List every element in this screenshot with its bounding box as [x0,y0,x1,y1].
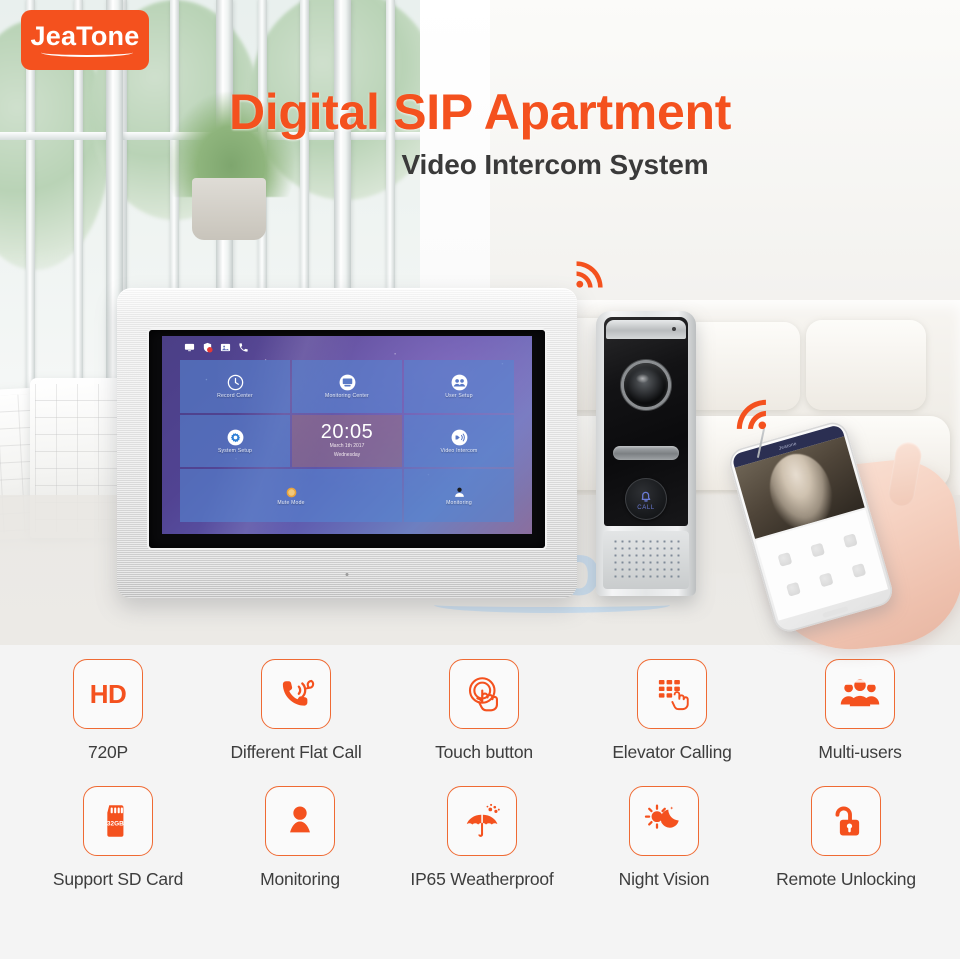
umbrella-rain-icon [447,786,517,857]
tile-label: Mute Mode [277,499,305,506]
tile-label: System Setup [217,447,253,454]
ir-sensor-strip [613,446,679,460]
tile-mute-mode[interactable]: Mute Mode [180,469,402,522]
app-control-icon[interactable] [842,533,858,548]
tile-label: Monitoring [446,499,472,506]
tile-user-setup[interactable]: User Setup [404,360,514,413]
feature-ip65-weatherproof: IP65 Weatherproof [407,786,557,889]
sd-card-capacity: 32GB [107,821,124,828]
feature-row-2: 32GB Support SD Card Monitoring IP65 Wea… [0,786,960,889]
monitor-screen-icon [338,373,357,392]
feature-monitoring: Monitoring [225,786,375,889]
sun-moon-icon [629,786,699,857]
hd-icon: HD [73,659,143,729]
monitor-indicator-dot [345,573,349,576]
app-control-icon[interactable] [786,582,801,597]
indoor-monitor: Record Center Monitoring Center User Set… [117,288,577,598]
tile-monitoring[interactable]: Monitoring [404,469,514,522]
smartphone-in-hand: Jeatone [726,418,960,658]
monitor-icon [184,340,195,351]
users-icon [450,373,469,392]
smartphone[interactable]: Jeatone [726,418,896,636]
sd-card-icon: 32GB [83,786,153,857]
wifi-signal-icon-left [572,258,606,292]
unlock-icon [811,786,881,857]
gear-icon [226,428,245,447]
feature-label: Remote Unlocking [776,869,916,890]
tile-label: Monitoring Center [325,393,369,400]
multi-users-icon [825,659,895,729]
intercom-icon [450,428,469,447]
feature-label: Elevator Calling [612,742,732,762]
camera-person-icon [453,486,466,499]
tile-clock: 20:05 March 1th 2017 Wednesday [292,414,402,468]
feature-remote-unlocking: Remote Unlocking [771,786,921,889]
feature-row-1: HD 720P Different Flat Call Touch button… [0,659,960,762]
tile-system-setup[interactable]: System Setup [180,414,290,468]
monitor-ui: Record Center Monitoring Center User Set… [162,336,532,534]
tile-label: Record Center [217,393,253,400]
app-title: Jeatone [778,440,798,451]
phone-icon [238,340,249,352]
headline-subtitle: Video Intercom System [401,148,709,180]
shield-icon [202,340,213,353]
feature-multi-users: Multi-users [785,659,935,762]
feature-label: Monitoring [260,869,340,890]
call-button[interactable]: CALL [625,478,667,520]
product-banner: JeaTone Digital SIP Apartment Video Inte… [0,0,960,959]
speaker-holes [612,538,680,582]
elevator-keypad-icon [637,659,707,729]
feature-label: Night Vision [618,869,710,890]
clock-time: 20:05 [320,421,374,444]
tile-record-center[interactable]: Record Center [180,360,290,413]
touch-button-icon [449,659,519,729]
feature-different-flat-call: Different Flat Call [221,659,371,762]
headline-title: Digital SIP Apartment [228,84,732,140]
feature-elevator-calling: Elevator Calling [597,659,747,762]
app-control-icon[interactable] [777,551,793,567]
feature-night-vision: Night Vision [589,786,739,889]
app-control-icon[interactable] [810,542,825,558]
brand-logo-badge: JeaTone [21,10,149,70]
monitor-tile-grid: Record Center Monitoring Center User Set… [180,360,514,522]
feature-label: Different Flat Call [230,742,362,762]
logo-swoosh [41,48,133,57]
wifi-signal-icon-right [733,396,771,434]
tile-label: User Setup [445,393,473,400]
clock-date: March 1th 2017 [329,443,365,450]
clock-weekday: Wednesday [333,451,361,458]
door-station: CALL [596,311,696,596]
headline-block: Digital SIP Apartment Video Intercom Sys… [0,86,960,181]
feature-label: Touch button [435,742,533,762]
mute-icon [285,486,298,499]
sofa-cushion [806,320,926,410]
clock-icon [226,373,245,392]
person-monitor-icon [265,786,335,857]
feature-support-sd-card: 32GB Support SD Card [43,786,193,889]
app-control-icon[interactable] [851,563,867,579]
tile-monitoring-center[interactable]: Monitoring Center [292,360,402,413]
monitor-screen: Record Center Monitoring Center User Set… [149,330,545,548]
monitor-status-bar [162,336,532,354]
call-button-label: CALL [637,504,655,511]
feature-list: HD 720P Different Flat Call Touch button… [0,645,960,959]
bell-icon [638,488,654,504]
camera-lens-icon [624,363,668,407]
potted-plant-pot [192,178,266,240]
feature-touch-button: Touch button [409,659,559,762]
hd-icon-text: HD [89,678,127,709]
sd-card-icon [220,340,231,351]
feature-720p: HD 720P [33,659,183,762]
app-control-icon[interactable] [818,572,834,588]
feature-label: Multi-users [818,742,902,762]
brand-logo-text: JeaTone [30,21,140,51]
feature-label: 720P [87,742,129,762]
tile-label: Video Intercom [440,447,478,454]
speaker-grille [603,531,689,589]
tile-video-intercom[interactable]: Video Intercom [404,414,514,468]
feature-label: IP65 Weatherproof [410,869,554,890]
microphone-icon [672,327,676,331]
feature-label: Support SD Card [52,869,184,890]
phone-call-icon [261,659,331,729]
